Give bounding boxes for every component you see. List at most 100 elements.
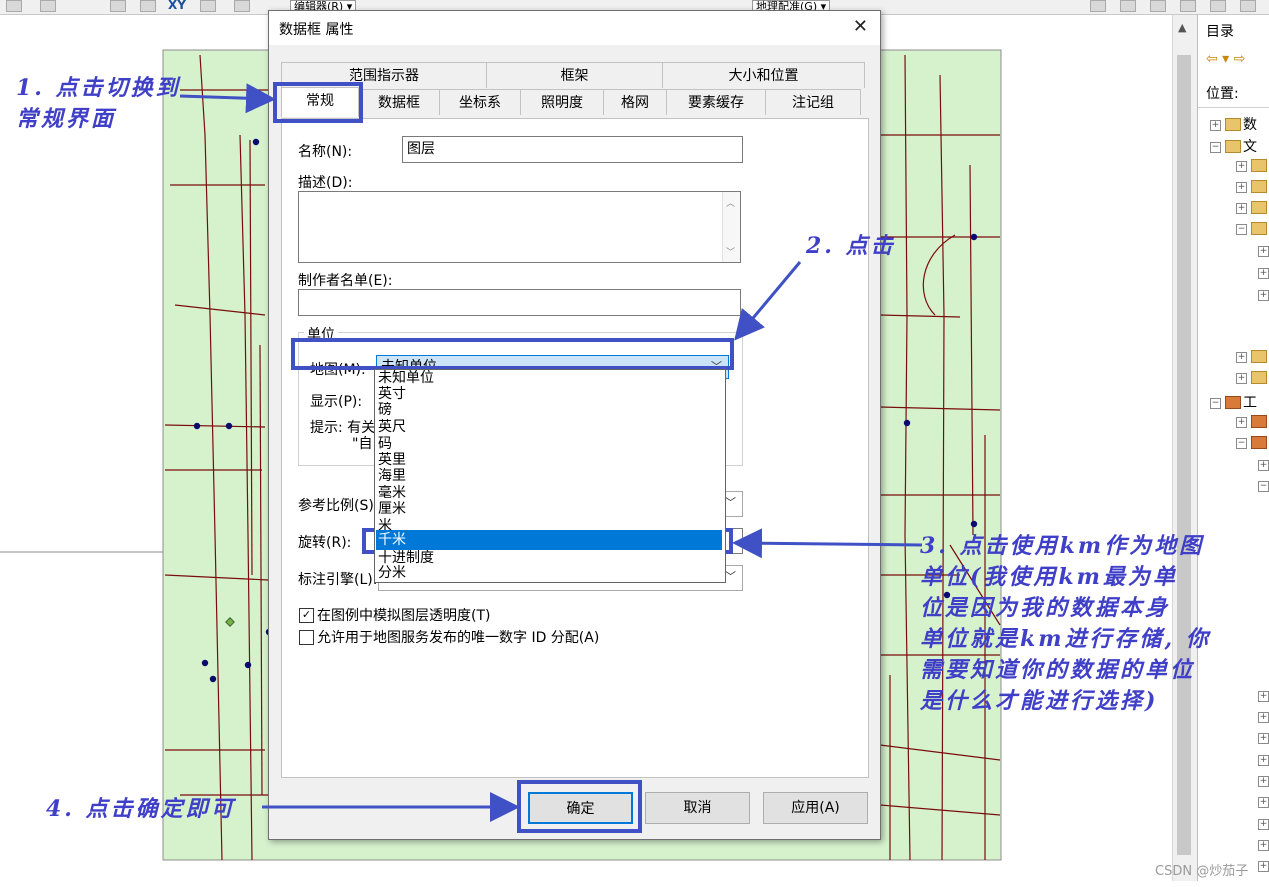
tree-node[interactable]: +	[1258, 837, 1269, 851]
expand-icon[interactable]: +	[1236, 203, 1247, 214]
tree-node[interactable]: +	[1258, 858, 1269, 872]
collapse-icon[interactable]: −	[1210, 142, 1221, 153]
tree-node[interactable]: − 工	[1210, 392, 1257, 412]
expand-icon[interactable]: +	[1258, 290, 1269, 301]
tree-node[interactable]: +	[1258, 794, 1269, 808]
tree-node[interactable]: +	[1258, 688, 1269, 702]
expand-icon[interactable]: +	[1258, 460, 1269, 471]
tree-node[interactable]: +	[1258, 243, 1269, 257]
tree-node[interactable]: −	[1258, 478, 1269, 492]
unit-option[interactable]: 厘米	[376, 501, 722, 517]
tool-icon[interactable]	[140, 0, 156, 12]
scroll-thumb[interactable]	[1177, 55, 1191, 855]
expand-icon[interactable]: +	[1236, 182, 1247, 193]
tree-node[interactable]: +	[1236, 414, 1267, 428]
tool-icon[interactable]	[1180, 0, 1196, 12]
tree-node[interactable]: + 数	[1210, 114, 1257, 134]
tool-icon[interactable]	[110, 0, 126, 12]
description-scrollbar[interactable]: ︿ ﹀	[722, 192, 740, 262]
scroll-down-icon[interactable]: ﹀	[726, 245, 735, 258]
unit-option[interactable]: 磅	[376, 402, 722, 418]
collapse-icon[interactable]: −	[1258, 481, 1269, 492]
apply-button[interactable]: 应用(A)	[763, 792, 868, 824]
tree-node[interactable]: +	[1258, 773, 1269, 787]
unit-option[interactable]: 分米	[376, 565, 722, 581]
back-arrow-icon[interactable]: ⇦ ▾ ⇨	[1206, 51, 1245, 67]
simulate-transparency-checkbox[interactable]: ✓	[299, 608, 314, 623]
tool-icon[interactable]	[1240, 0, 1256, 12]
tab-feature-cache[interactable]: 要素缓存	[666, 89, 766, 115]
expand-icon[interactable]: +	[1258, 755, 1269, 766]
tool-icon[interactable]	[234, 0, 250, 12]
tool-icon[interactable]	[1210, 0, 1226, 12]
tab-annotation-groups[interactable]: 注记组	[765, 89, 861, 115]
unit-option[interactable]: 英里	[376, 452, 722, 468]
tab-data-frame[interactable]: 数据框	[358, 89, 440, 115]
tree-node[interactable]: +	[1258, 730, 1269, 744]
tool-icon[interactable]	[200, 0, 216, 12]
tree-node[interactable]: +	[1236, 349, 1267, 363]
tree-node[interactable]: +	[1258, 457, 1269, 471]
tree-node[interactable]: +	[1258, 265, 1269, 279]
unit-option[interactable]: 码	[376, 436, 722, 452]
expand-icon[interactable]: +	[1258, 733, 1269, 744]
name-input[interactable]: 图层	[402, 136, 743, 163]
credits-input[interactable]	[298, 289, 741, 316]
collapse-icon[interactable]: −	[1236, 438, 1247, 449]
expand-icon[interactable]: +	[1210, 120, 1221, 131]
tool-icon[interactable]	[6, 0, 22, 12]
scroll-up-icon[interactable]: ▲	[1178, 21, 1186, 34]
tree-node[interactable]: +	[1258, 287, 1269, 301]
unit-option[interactable]: 英寸	[376, 386, 722, 402]
close-icon[interactable]: ✕	[853, 16, 868, 37]
map-units-dropdown-list[interactable]: 未知单位 英寸磅英尺码英里 海里 毫米 厘米米千米 十进制度 分米	[374, 369, 726, 583]
tree-node[interactable]: − 文	[1210, 136, 1257, 156]
tool-icon[interactable]	[1090, 0, 1106, 12]
expand-icon[interactable]: +	[1236, 161, 1247, 172]
collapse-icon[interactable]: −	[1210, 398, 1221, 409]
expand-icon[interactable]: +	[1258, 861, 1269, 872]
chevron-down-icon[interactable]: ﹀	[725, 566, 736, 588]
tab-grids[interactable]: 格网	[603, 89, 667, 115]
tree-node[interactable]: +	[1236, 200, 1267, 214]
unit-option[interactable]: 未知单位	[376, 370, 722, 386]
tree-node[interactable]: +	[1258, 816, 1269, 830]
unit-option[interactable]: 英尺	[376, 419, 722, 435]
tree-node[interactable]: +	[1258, 752, 1269, 766]
expand-icon[interactable]: +	[1258, 268, 1269, 279]
catalog-scrollbar[interactable]: ▲	[1172, 15, 1197, 881]
tab-coordinate-system[interactable]: 坐标系	[439, 89, 521, 115]
tree-node[interactable]: +	[1236, 370, 1267, 384]
tree-node[interactable]: +	[1258, 709, 1269, 723]
scroll-up-icon[interactable]: ︿	[726, 196, 735, 209]
expand-icon[interactable]: +	[1258, 776, 1269, 787]
unit-option[interactable]: 海里	[376, 468, 722, 484]
expand-icon[interactable]: +	[1258, 840, 1269, 851]
tab-frame[interactable]: 框架	[486, 62, 663, 88]
tab-illumination[interactable]: 照明度	[520, 89, 604, 115]
tree-node[interactable]: +	[1236, 158, 1267, 172]
expand-icon[interactable]: +	[1258, 246, 1269, 257]
expand-icon[interactable]: +	[1258, 819, 1269, 830]
unique-id-checkbox[interactable]	[299, 630, 314, 645]
tree-node[interactable]: −	[1236, 221, 1267, 235]
tree-node[interactable]: −	[1236, 435, 1267, 449]
description-textarea[interactable]: ︿ ﹀	[298, 191, 741, 263]
tree-node[interactable]: +	[1236, 179, 1267, 193]
expand-icon[interactable]: +	[1236, 373, 1247, 384]
expand-icon[interactable]: +	[1258, 691, 1269, 702]
dialog-titlebar[interactable]: 数据框 属性 ✕	[269, 11, 880, 45]
tool-icon[interactable]	[1150, 0, 1166, 12]
unit-option[interactable]: 千米	[376, 530, 722, 550]
cancel-button[interactable]: 取消	[645, 792, 750, 824]
collapse-icon[interactable]: −	[1236, 224, 1247, 235]
chevron-down-icon[interactable]: ﹀	[725, 492, 736, 514]
expand-icon[interactable]: +	[1258, 712, 1269, 723]
xy-icon[interactable]: XY	[168, 0, 186, 12]
expand-icon[interactable]: +	[1258, 797, 1269, 808]
unit-option[interactable]: 毫米	[376, 485, 722, 501]
unit-option[interactable]: 十进制度	[376, 550, 722, 566]
tool-icon[interactable]	[1120, 0, 1136, 12]
tab-size-position[interactable]: 大小和位置	[662, 62, 865, 88]
expand-icon[interactable]: +	[1236, 417, 1247, 428]
